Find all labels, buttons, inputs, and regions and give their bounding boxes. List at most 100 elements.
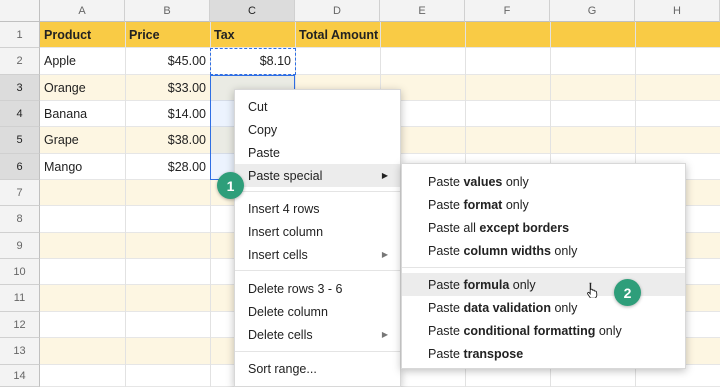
menu-item-label-prefix: Paste	[428, 323, 464, 338]
select-all-corner[interactable]	[0, 0, 40, 22]
menu-item-label: Insert 4 rows	[248, 201, 320, 216]
cell-product[interactable]: Banana	[40, 101, 125, 127]
column-header-f[interactable]: F	[465, 0, 550, 22]
menu-item-label-prefix: Paste	[428, 277, 464, 292]
menu-item-delete-column[interactable]: Delete column	[235, 300, 400, 323]
menu-item-label: Delete column	[248, 304, 328, 319]
cell-price[interactable]: $38.00	[125, 127, 210, 153]
step-badge-2: 2	[614, 279, 641, 306]
menu-item-insert-cells[interactable]: Insert cells ▶	[235, 243, 400, 266]
menu-item-label: Cut	[248, 99, 268, 114]
menu-separator	[235, 351, 400, 352]
menu-item-label: Paste	[248, 145, 280, 160]
triangle-right-icon: ▶	[381, 171, 388, 180]
row-header-9[interactable]: 9	[0, 233, 40, 259]
row-header-1[interactable]: 1	[0, 22, 40, 48]
row-header-13[interactable]: 13	[0, 338, 40, 365]
row-header-2[interactable]: 2	[0, 48, 40, 75]
header-cell-product[interactable]: Product	[40, 22, 125, 48]
cell-price[interactable]: $45.00	[125, 48, 210, 74]
menu-item-paste-conditional-formatting-only[interactable]: Paste conditional formatting only	[402, 319, 685, 342]
hand-pointer-icon	[587, 282, 598, 298]
menu-separator	[402, 267, 685, 268]
menu-item-sort-range[interactable]: Sort range...	[235, 357, 400, 380]
menu-item-paste-data-validation-only[interactable]: Paste data validation only	[402, 296, 685, 319]
row-header-5[interactable]: 5	[0, 127, 40, 154]
menu-item-label-suffix: only	[595, 323, 622, 338]
menu-item-paste-all-except-borders[interactable]: Paste all except borders	[402, 216, 685, 239]
cell-product[interactable]: Grape	[40, 127, 125, 153]
menu-item-paste-column-widths-only[interactable]: Paste column widths only	[402, 239, 685, 262]
row-header-11[interactable]: 11	[0, 285, 40, 312]
menu-item-label: Sort range...	[248, 361, 317, 376]
column-header-d[interactable]: D	[295, 0, 380, 22]
menu-item-paste[interactable]: Paste	[235, 141, 400, 164]
menu-item-label: Copy	[248, 122, 278, 137]
menu-item-label-emphasis: values	[463, 174, 503, 189]
menu-item-paste-format-only[interactable]: Paste format only	[402, 193, 685, 216]
menu-item-label-emphasis: transpose	[463, 346, 524, 361]
cell-price[interactable]: $33.00	[125, 75, 210, 101]
column-header-a[interactable]: A	[40, 0, 125, 22]
header-cell-price[interactable]: Price	[125, 22, 210, 48]
menu-item-cut[interactable]: Cut	[235, 95, 400, 118]
row-header-7[interactable]: 7	[0, 180, 40, 206]
row-header-6[interactable]: 6	[0, 154, 40, 180]
menu-item-label-prefix: Paste	[428, 174, 464, 189]
menu-item-insert-column[interactable]: Insert column	[235, 220, 400, 243]
menu-item-label: Delete rows 3 - 6	[248, 281, 343, 296]
menu-separator	[235, 191, 400, 192]
menu-item-label-prefix: Paste	[428, 197, 464, 212]
step-badge-1: 1	[217, 172, 244, 199]
column-header-b[interactable]: B	[125, 0, 210, 22]
menu-item-label-suffix: only	[502, 197, 529, 212]
menu-item-label-emphasis: data validation	[463, 300, 551, 315]
copied-cell-marquee	[210, 48, 296, 75]
menu-item-label-suffix: only	[509, 277, 536, 292]
menu-item-label: Paste special	[248, 168, 323, 183]
header-cell-tax[interactable]: Tax	[210, 22, 295, 48]
row-header-14[interactable]: 14	[0, 365, 40, 387]
menu-item-label-suffix: only	[502, 174, 529, 189]
menu-separator	[235, 270, 400, 271]
cell-product[interactable]: Mango	[40, 154, 125, 180]
menu-item-label-emphasis: except borders	[479, 220, 570, 235]
menu-item-label-emphasis: conditional formatting	[463, 323, 596, 338]
cell-price[interactable]: $28.00	[125, 154, 210, 180]
cell-price[interactable]: $14.00	[125, 101, 210, 127]
paste-special-submenu: Paste values only Paste format only Past…	[401, 163, 686, 369]
menu-item-paste-values-only[interactable]: Paste values only	[402, 170, 685, 193]
triangle-right-icon: ▶	[381, 250, 388, 259]
menu-item-label-emphasis: format	[463, 197, 503, 212]
menu-item-label-prefix: Paste	[428, 243, 464, 258]
menu-item-label: Insert cells	[248, 247, 308, 262]
menu-item-delete-rows[interactable]: Delete rows 3 - 6	[235, 277, 400, 300]
cell-product[interactable]: Apple	[40, 48, 125, 74]
column-header-c[interactable]: C	[210, 0, 295, 22]
menu-item-delete-cells[interactable]: Delete cells ▶	[235, 323, 400, 346]
menu-item-label-emphasis: formula	[463, 277, 510, 292]
row-header-4[interactable]: 4	[0, 101, 40, 127]
column-header-h[interactable]: H	[635, 0, 720, 22]
cell-product[interactable]: Orange	[40, 75, 125, 101]
header-cell-total-amount[interactable]: Total Amount	[295, 22, 405, 48]
menu-item-label-suffix: only	[550, 300, 578, 315]
menu-item-label-emphasis: column widths	[463, 243, 551, 258]
menu-item-label-suffix: only	[550, 243, 578, 258]
column-header-e[interactable]: E	[380, 0, 465, 22]
menu-item-paste-transpose[interactable]: Paste transpose	[402, 342, 685, 365]
triangle-right-icon: ▶	[381, 330, 388, 339]
menu-item-paste-special[interactable]: Paste special ▶	[235, 164, 400, 187]
column-header-g[interactable]: G	[550, 0, 635, 22]
context-menu: Cut Copy Paste Paste special ▶ Insert 4 …	[234, 89, 401, 387]
row-header-10[interactable]: 10	[0, 259, 40, 285]
row-header-12[interactable]: 12	[0, 312, 40, 338]
menu-item-label-prefix: Paste	[428, 300, 464, 315]
menu-item-paste-formula-only[interactable]: Paste formula only	[402, 273, 685, 296]
menu-item-label: Insert column	[248, 224, 324, 239]
menu-item-copy[interactable]: Copy	[235, 118, 400, 141]
menu-item-insert-rows[interactable]: Insert 4 rows	[235, 197, 400, 220]
row-header-3[interactable]: 3	[0, 75, 40, 101]
row-header-8[interactable]: 8	[0, 206, 40, 233]
menu-item-label: Delete cells	[248, 327, 313, 342]
